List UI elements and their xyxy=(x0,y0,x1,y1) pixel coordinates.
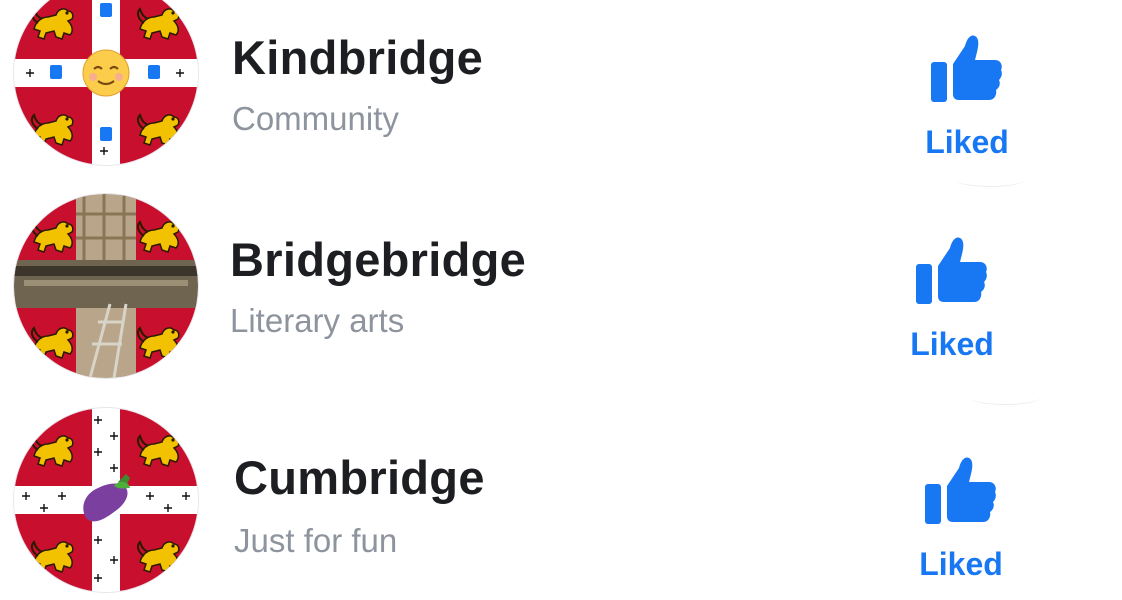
page-row[interactable]: Kindbridge Community Liked xyxy=(0,0,1122,200)
avatar[interactable] xyxy=(14,194,198,378)
liked-label: Liked xyxy=(925,124,1009,160)
liked-button[interactable]: Liked xyxy=(906,454,1016,594)
page-category: Just for fun xyxy=(234,522,398,559)
relieved-face-emoji xyxy=(82,49,130,97)
divider xyxy=(955,172,1025,187)
page-name[interactable]: Kindbridge xyxy=(232,30,483,85)
page-category: Community xyxy=(232,100,399,137)
page-name[interactable]: Bridgebridge xyxy=(230,232,526,287)
avatar[interactable] xyxy=(14,0,198,165)
thumbs-up-icon xyxy=(931,35,1002,102)
page-category: Literary arts xyxy=(230,302,405,339)
liked-button[interactable]: Liked xyxy=(897,234,1007,374)
avatar[interactable] xyxy=(14,408,198,592)
liked-label: Liked xyxy=(910,326,994,362)
page-row[interactable]: Cumbridge Just for fun Liked xyxy=(0,400,1122,600)
page-row[interactable]: Bridgebridge Literary arts Liked xyxy=(0,194,1122,405)
thumbs-up-icon xyxy=(925,457,996,524)
page-name[interactable]: Cumbridge xyxy=(234,450,485,505)
liked-label: Liked xyxy=(919,546,1003,582)
liked-button[interactable]: Liked xyxy=(912,32,1022,172)
thumbs-up-icon xyxy=(916,237,987,304)
